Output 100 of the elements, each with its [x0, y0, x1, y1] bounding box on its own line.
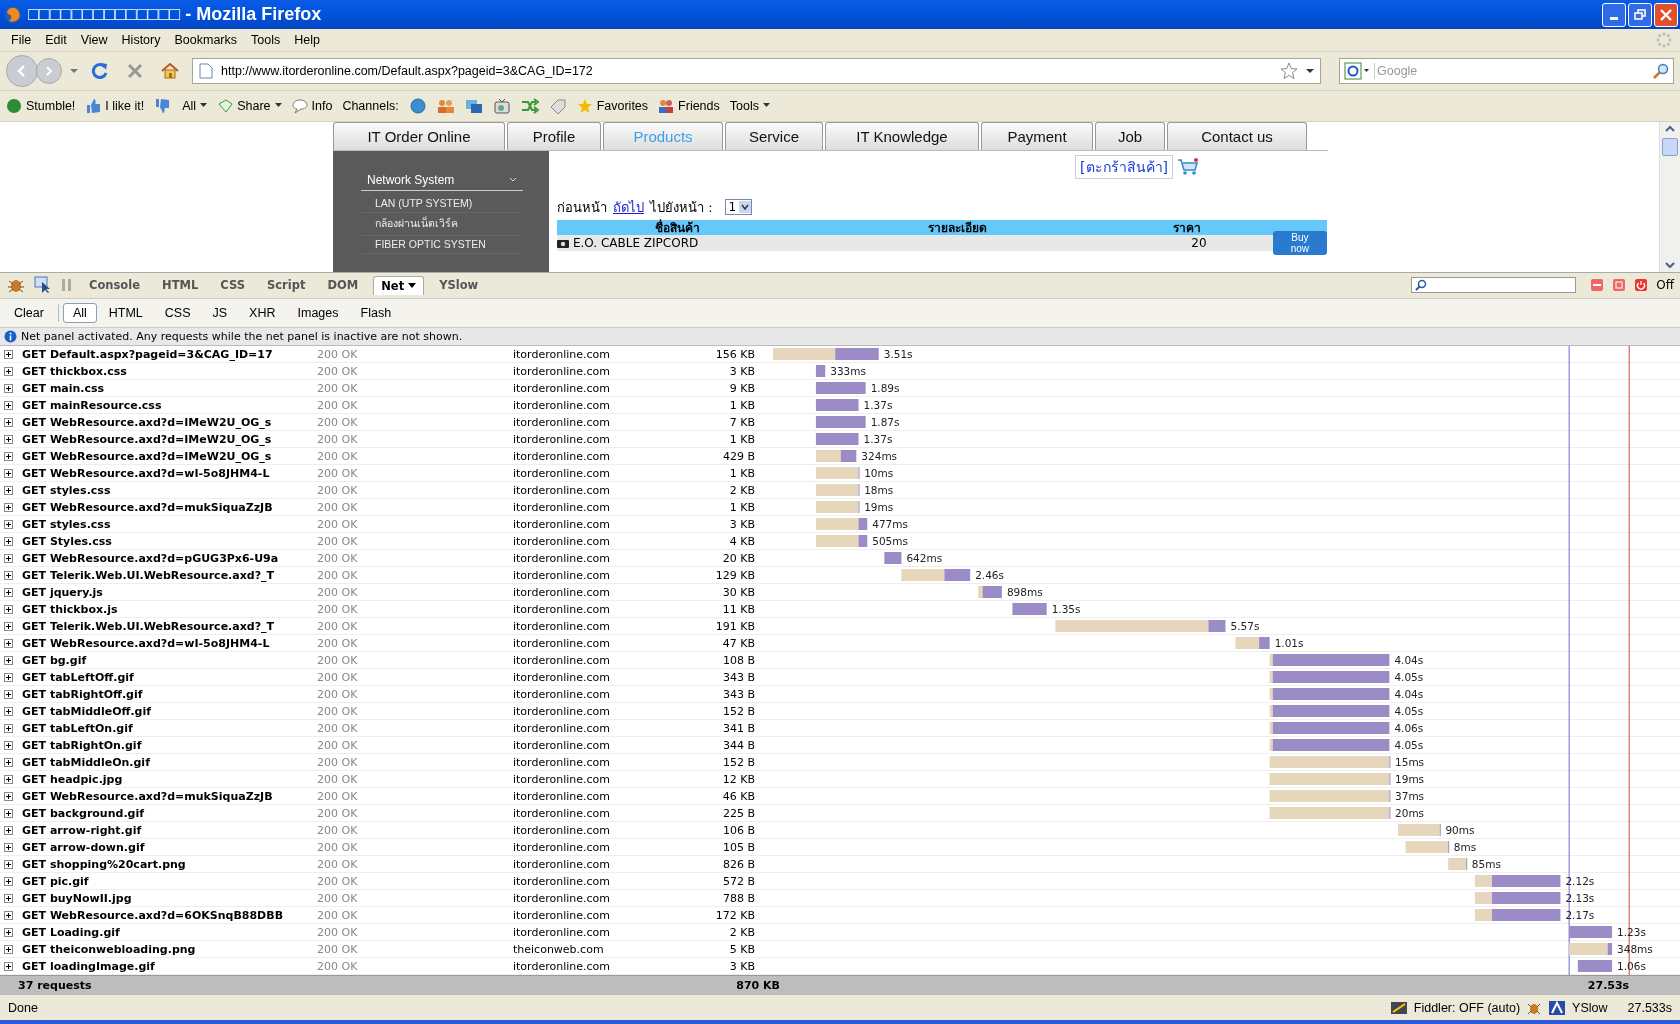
request-url[interactable]: GET WebResource.axd?d=6OKSnqB88DBB [22, 908, 317, 922]
close-button[interactable] [1654, 2, 1678, 27]
address-field[interactable]: http://www.itorderonline.com/Default.aspx?pageid=3&CAG_ID=172 [192, 58, 1321, 85]
yslow-label[interactable]: YSlow [1572, 1000, 1608, 1015]
expand-icon[interactable] [4, 961, 13, 971]
request-url[interactable]: GET styles.css [22, 517, 317, 531]
panel-tab[interactable]: HTML [155, 276, 206, 295]
minimize-button[interactable] [1602, 2, 1626, 27]
toolbar-button[interactable]: Info [291, 97, 333, 114]
toolbar-button[interactable]: Favorites [576, 97, 649, 114]
request-url[interactable]: GET WebResource.axd?d=mukSiquaZzJB [22, 500, 317, 514]
fiddler-status[interactable]: Fiddler: OFF (auto) [1413, 1000, 1521, 1015]
category-item[interactable]: กล้องผ่านเน็ตเวิร์ค [361, 212, 520, 236]
expand-icon[interactable] [4, 604, 13, 614]
expand-icon[interactable] [4, 621, 13, 631]
toolbar-button[interactable]: I like it! [85, 97, 145, 114]
panel-tab[interactable]: Net [373, 275, 425, 295]
search-engine-icon[interactable] [1344, 62, 1370, 81]
expand-icon[interactable] [4, 842, 13, 852]
expand-icon[interactable] [4, 383, 13, 393]
tag-icon[interactable] [548, 97, 567, 114]
inspect-icon[interactable] [34, 276, 52, 295]
filter-button[interactable]: HTML [98, 302, 153, 323]
expand-icon[interactable] [4, 451, 13, 461]
request-url[interactable]: GET WebResource.axd?d=wI-5o8JHM4-L [22, 636, 317, 650]
filter-button[interactable]: Images [287, 302, 349, 323]
request-url[interactable]: GET background.gif [22, 806, 317, 820]
request-url[interactable]: GET thickbox.css [22, 364, 317, 378]
menu-item[interactable]: Help [287, 33, 327, 48]
expand-icon[interactable] [4, 757, 13, 767]
request-url[interactable]: GET WebResource.axd?d=mukSiquaZzJB [22, 789, 317, 803]
request-url[interactable]: GET bg.gif [22, 653, 317, 667]
scrollbar[interactable] [1659, 121, 1680, 272]
search-icon[interactable] [1653, 63, 1669, 80]
request-url[interactable]: GET tabMiddleOff.gif [22, 704, 317, 718]
request-url[interactable]: GET thickbox.js [22, 602, 317, 616]
expand-icon[interactable] [4, 672, 13, 682]
expand-icon[interactable] [4, 536, 13, 546]
home-icon[interactable] [160, 61, 180, 82]
caret-icon[interactable] [1306, 68, 1314, 75]
request-url[interactable]: GET WebResource.axd?d=pGUG3Px6-U9a [22, 551, 317, 565]
request-url[interactable]: GET loadingImage.gif [22, 959, 317, 973]
cart-link[interactable]: [ตะกร้าสินค้า] [1075, 154, 1173, 179]
request-url[interactable]: GET WebResource.axd?d=wI-5o8JHM4-L [22, 466, 317, 480]
toolbar-dropdown[interactable]: Share [217, 97, 282, 114]
page-select[interactable]: 1 [724, 199, 753, 215]
expand-icon[interactable] [4, 502, 13, 512]
site-tab[interactable]: Profile [507, 121, 601, 150]
request-url[interactable]: GET tabLeftOn.gif [22, 721, 317, 735]
restore-button[interactable] [1628, 2, 1652, 27]
request-url[interactable]: GET WebResource.axd?d=IMeW2U_OG_s [22, 432, 317, 446]
expand-icon[interactable] [4, 910, 13, 920]
camera-icon[interactable] [557, 237, 569, 248]
expand-icon[interactable] [4, 927, 13, 937]
photos-icon[interactable] [464, 97, 483, 114]
reload-icon[interactable] [90, 61, 110, 82]
menu-item[interactable]: Tools [244, 33, 288, 48]
expand-icon[interactable] [4, 638, 13, 648]
toolbar-button[interactable]: Stumble! [6, 97, 76, 114]
request-url[interactable]: GET mainResource.css [22, 398, 317, 412]
filter-button[interactable]: JS [202, 302, 238, 323]
request-url[interactable]: GET shopping%20cart.png [22, 857, 317, 871]
detach-panel-icon[interactable] [1612, 278, 1627, 293]
request-url[interactable]: GET tabLeftOff.gif [22, 670, 317, 684]
scroll-thumb[interactable] [1662, 137, 1678, 156]
toolbar-dropdown[interactable]: Tools [729, 98, 770, 113]
site-tab[interactable]: Job [1095, 121, 1165, 150]
request-url[interactable]: GET WebResource.axd?d=IMeW2U_OG_s [22, 449, 317, 463]
request-url[interactable]: GET tabMiddleOn.gif [22, 755, 317, 769]
request-url[interactable]: GET Loading.gif [22, 925, 317, 939]
expand-icon[interactable] [4, 944, 13, 954]
toolbar-dropdown[interactable]: All [182, 98, 208, 113]
site-tab[interactable]: IT Order Online [333, 121, 505, 150]
filter-button[interactable]: XHR [239, 302, 286, 323]
shuffle-icon[interactable] [520, 97, 539, 114]
expand-icon[interactable] [4, 723, 13, 733]
menu-item[interactable]: View [73, 33, 115, 48]
site-tab[interactable]: IT Knowledge [825, 121, 979, 150]
expand-icon[interactable] [4, 434, 13, 444]
expand-icon[interactable] [4, 587, 13, 597]
site-tab[interactable]: Payment [981, 121, 1093, 150]
request-url[interactable]: GET Telerik.Web.UI.WebResource.axd?_T [22, 568, 317, 582]
category-heading[interactable]: Network System [361, 172, 523, 191]
expand-icon[interactable] [4, 706, 13, 716]
yslow-icon[interactable] [1548, 999, 1567, 1016]
expand-icon[interactable] [4, 417, 13, 427]
panel-search-field[interactable] [1411, 277, 1577, 294]
cart-icon[interactable] [1177, 157, 1199, 176]
request-url[interactable]: GET arrow-down.gif [22, 840, 317, 854]
buy-button[interactable]: Buy now [1272, 230, 1327, 255]
request-url[interactable]: GET pic.gif [22, 874, 317, 888]
filter-button[interactable]: All [62, 302, 97, 323]
panel-tab[interactable]: Script [259, 276, 313, 295]
request-url[interactable]: GET Default.aspx?pageid=3&CAG_ID=17 [22, 347, 317, 361]
expand-icon[interactable] [4, 655, 13, 665]
expand-icon[interactable] [4, 468, 13, 478]
expand-icon[interactable] [4, 808, 13, 818]
site-tab[interactable]: Contact us [1167, 121, 1307, 150]
category-item[interactable]: LAN (UTP SYSTEM) [361, 194, 520, 213]
request-url[interactable]: GET main.css [22, 381, 317, 395]
